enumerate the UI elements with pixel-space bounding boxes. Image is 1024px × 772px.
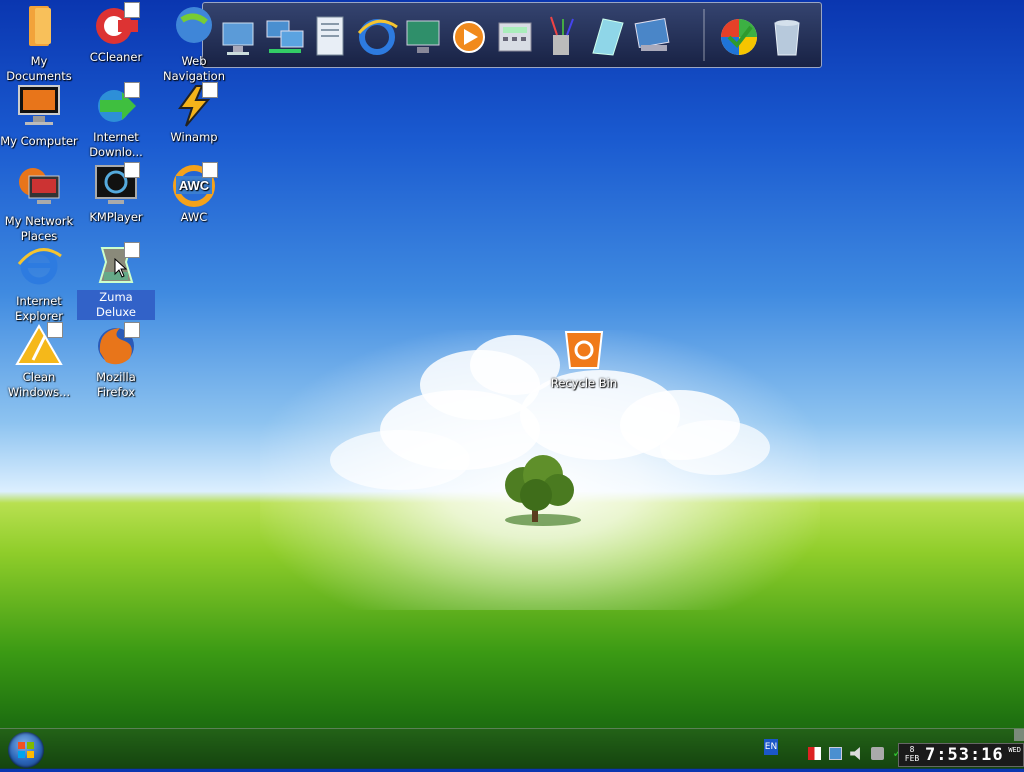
shortcut-arrow-icon <box>124 82 140 98</box>
shortcut-arrow-icon <box>124 322 140 338</box>
awc-logo-text: AWC <box>179 178 210 193</box>
desktop-icon-label: CCleaner <box>89 50 143 64</box>
desktop-icon-label: AWC <box>180 210 208 224</box>
desktop-icon-recycle-bin[interactable]: Recycle Bin <box>545 324 623 391</box>
shield-icon[interactable] <box>808 747 821 760</box>
notepad-icon[interactable] <box>585 13 629 59</box>
start-button[interactable] <box>8 732 44 768</box>
ie-icon[interactable] <box>355 13 399 59</box>
desktop-icon-label: KMPlayer <box>89 210 143 224</box>
desktop-icon-winamp[interactable]: Winamp <box>155 82 233 145</box>
desktop-icon-my-documents[interactable]: My Documents <box>0 2 78 84</box>
desktop-icon-label: My Documents <box>6 54 72 83</box>
display-icon[interactable] <box>401 13 445 59</box>
shortcut-arrow-icon <box>124 162 140 178</box>
desktop-icon-label: Recycle Bin <box>550 376 618 390</box>
camera-icon[interactable] <box>871 747 885 760</box>
quick-launch-dock <box>202 2 822 68</box>
system-tray: ✓ <box>808 743 908 760</box>
desktop-icon-label: Internet Explorer <box>15 294 63 323</box>
clock-month: FEB <box>904 754 920 763</box>
ie-icon <box>17 247 62 285</box>
recycle-bin-icon <box>564 331 604 369</box>
windows-logo-icon <box>18 742 34 758</box>
computer-icon <box>18 85 60 125</box>
tree-image <box>505 455 581 526</box>
dock-separator <box>703 9 705 61</box>
desktop-icon-clean-windows[interactable]: Clean Windows... <box>0 322 78 400</box>
clock-weekday: WED <box>1008 746 1021 754</box>
desktop-icon-label: Clean Windows... <box>7 370 71 399</box>
documents-icon[interactable] <box>309 13 353 59</box>
folder-icon <box>29 6 51 46</box>
shortcut-arrow-icon <box>202 82 218 98</box>
desktop-icon-web-navigation[interactable]: Web Navigation <box>155 2 233 84</box>
monitor-icon[interactable] <box>829 747 843 760</box>
desktop-icon-ccleaner[interactable]: CCleaner <box>77 2 155 65</box>
clock-date: 8 FEB <box>902 745 922 763</box>
taskbar-clock[interactable]: 8 FEB 7:53:16 WED <box>898 743 1024 767</box>
shortcut-arrow-icon <box>202 162 218 178</box>
network-icon[interactable] <box>263 13 307 59</box>
language-indicator[interactable]: EN <box>764 739 778 755</box>
trash-icon[interactable] <box>765 13 809 59</box>
desktop-icon-my-computer[interactable]: My Computer <box>0 82 78 149</box>
clock-day: 8 <box>909 745 915 754</box>
desktop-icon-label: My Computer <box>0 134 78 148</box>
desktop-icon-mozilla-firefox[interactable]: Mozilla Firefox <box>77 322 155 400</box>
settings-icon[interactable] <box>631 13 675 59</box>
shortcut-arrow-icon <box>47 322 63 338</box>
windows-icon[interactable] <box>717 13 761 59</box>
desktop-icon-label: My Network Places <box>4 214 74 243</box>
show-desktop-button[interactable] <box>1014 729 1024 741</box>
clock-time: 7:53:16 <box>925 745 1004 765</box>
desktop-icon-label: Web Navigation <box>162 54 226 83</box>
volume-icon[interactable] <box>850 747 860 760</box>
desktop-icon-label: Winamp <box>170 130 218 144</box>
media-player-icon[interactable] <box>447 13 491 59</box>
desktop-icon-label: Mozilla Firefox <box>96 370 136 399</box>
shortcut-arrow-icon <box>124 242 140 258</box>
desktop-icon-internet-explorer[interactable]: Internet Explorer <box>0 242 78 324</box>
mouse-cursor-icon <box>114 258 128 278</box>
shortcut-arrow-icon <box>124 2 140 18</box>
globe-icon <box>176 7 212 43</box>
desktop-icon-label: Internet Downlo... <box>89 130 143 159</box>
network-icon <box>19 168 60 204</box>
desktop-icon-label: Zuma Deluxe <box>77 290 155 320</box>
calculator-icon[interactable] <box>493 13 537 59</box>
desktop-icon-kmplayer[interactable]: KMPlayer <box>77 162 155 225</box>
desktop-icon-my-network-places[interactable]: My Network Places <box>0 162 78 244</box>
taskbar: EN ✓ 8 FEB 7:53:16 WED <box>0 728 1024 769</box>
paint-icon[interactable] <box>539 13 583 59</box>
desktop-icon-zuma-deluxe[interactable]: Zuma Deluxe <box>77 242 155 320</box>
desktop-icon-internet-download-manager[interactable]: Internet Downlo... <box>77 82 155 160</box>
desktop-icon-awc[interactable]: AWC AWC <box>155 162 233 225</box>
